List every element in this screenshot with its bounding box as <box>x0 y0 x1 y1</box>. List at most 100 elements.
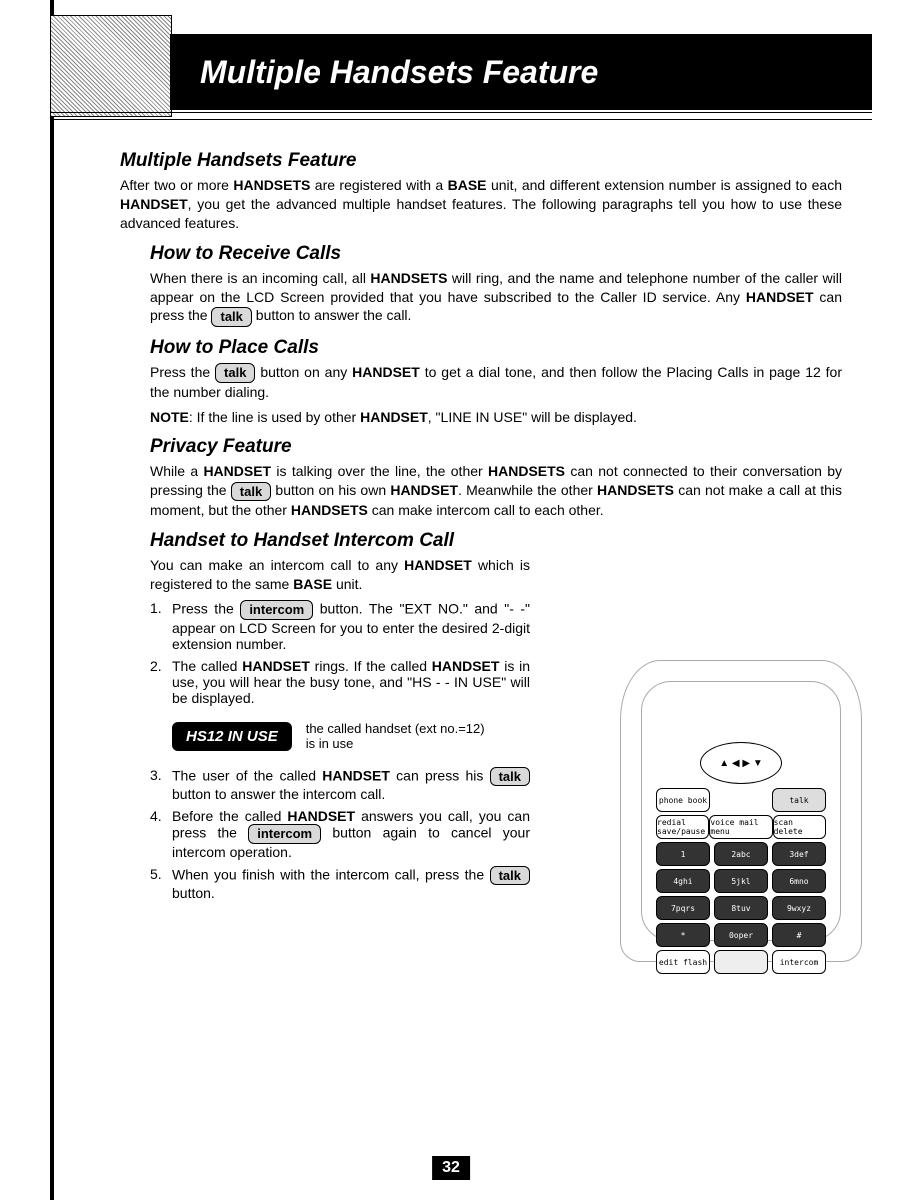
key-1: 1 <box>656 842 710 866</box>
text: While a <box>150 463 203 479</box>
text-bold: HANDSET <box>746 289 814 305</box>
key-4: 4ghi <box>656 869 710 893</box>
text: Before the called <box>172 808 287 824</box>
text-bold: HANDSETS <box>291 502 368 518</box>
talk-button-label: talk <box>490 866 530 886</box>
step-3: 3. The user of the called HANDSET can pr… <box>150 767 530 803</box>
text: Press the <box>172 601 240 617</box>
text: When you finish with the intercom call, … <box>172 866 490 882</box>
header-rule <box>50 112 872 120</box>
key-intercom: intercom <box>772 950 826 974</box>
key-3: 3def <box>772 842 826 866</box>
text: You can make an intercom call to any <box>150 557 404 573</box>
text: button on any <box>260 364 352 380</box>
text: rings. If the called <box>310 658 432 674</box>
intro-paragraph: After two or more HANDSETS are registere… <box>120 176 842 233</box>
dpad-icon: ▲ ◀ ▶ ▼ <box>700 742 782 784</box>
section-heading: Multiple Handsets Feature <box>120 150 842 172</box>
place-paragraph: Press the talk button on any HANDSET to … <box>150 363 842 402</box>
text-bold: HANDSET <box>352 364 420 380</box>
handset-illustration: ▲ ◀ ▶ ▼ phone book talk redial save/paus… <box>620 660 862 962</box>
note-label: NOTE <box>150 409 189 425</box>
step-body: The called HANDSET rings. If the called … <box>172 658 530 706</box>
step-body: Before the called HANDSET answers you ca… <box>172 808 530 860</box>
text: button to answer the intercom call. <box>172 786 385 802</box>
intercom-button-label: intercom <box>240 600 313 620</box>
text: can press his <box>390 767 490 783</box>
place-note: NOTE: If the line is used by other HANDS… <box>150 408 842 427</box>
text: The user of the called <box>172 767 322 783</box>
talk-button-label: talk <box>231 482 271 502</box>
section-heading-receive: How to Receive Calls <box>150 243 842 265</box>
text: is in use <box>306 736 485 752</box>
step-number: 3. <box>150 767 172 803</box>
step-body: Press the intercom button. The "EXT NO."… <box>172 600 530 652</box>
key-0: 0oper <box>714 923 768 947</box>
key-scan: scan delete <box>773 815 826 839</box>
side-rule <box>50 0 54 1200</box>
lcd-display: HS12 IN USE <box>172 722 292 751</box>
step-5: 5. When you finish with the intercom cal… <box>150 866 530 902</box>
intercom-intro: You can make an intercom call to any HAN… <box>150 556 530 594</box>
step-1: 1. Press the intercom button. The "EXT N… <box>150 600 530 652</box>
step-4: 4. Before the called HANDSET answers you… <box>150 808 530 860</box>
handset-keypad: ▲ ◀ ▶ ▼ phone book talk redial save/paus… <box>656 742 826 977</box>
step-2: 2. The called HANDSET rings. If the call… <box>150 658 530 706</box>
text: unit, and different extension number is … <box>487 177 842 193</box>
text-bold: HANDSET <box>203 463 271 479</box>
key-edit-flash: edit flash <box>656 950 710 974</box>
page-number: 32 <box>432 1156 470 1180</box>
key-7: 7pqrs <box>656 896 710 920</box>
text-bold: HANDSET <box>242 658 310 674</box>
key-hash: # <box>772 923 826 947</box>
text-bold: HANDSET <box>390 482 458 498</box>
text: are registered with a <box>310 177 447 193</box>
text-bold: HANDSET <box>322 767 390 783</box>
text: is talking over the line, the other <box>271 463 488 479</box>
key-5: 5jkl <box>714 869 768 893</box>
lcd-caption: the called handset (ext no.=12) is in us… <box>306 721 485 752</box>
intercom-button-label: intercom <box>248 824 321 844</box>
key-6: 6mno <box>772 869 826 893</box>
step-number: 2. <box>150 658 172 706</box>
text-bold: HANDSETS <box>597 482 674 498</box>
key-menu: voice mail menu <box>709 815 772 839</box>
text-bold: HANDSET <box>432 658 500 674</box>
section-heading-intercom: Handset to Handset Intercom Call <box>150 530 842 552</box>
step-body: When you finish with the intercom call, … <box>172 866 530 902</box>
text: the called handset (ext no.=12) <box>306 721 485 737</box>
text-bold: HANDSET <box>120 196 188 212</box>
text: When there is an incoming call, all <box>150 270 370 286</box>
section-heading-privacy: Privacy Feature <box>150 436 842 458</box>
content-area: Multiple Handsets Feature After two or m… <box>120 140 842 907</box>
text: , "LINE IN USE" will be displayed. <box>428 409 637 425</box>
step-body: The user of the called HANDSET can press… <box>172 767 530 803</box>
text-bold: BASE <box>448 177 487 193</box>
text: button to answer the call. <box>256 307 412 323</box>
receive-paragraph: When there is an incoming call, all HAND… <box>150 269 842 327</box>
step-number: 5. <box>150 866 172 902</box>
text-bold: HANDSET <box>404 557 472 573</box>
key-phone-book: phone book <box>656 788 710 812</box>
key-9: 9wxyz <box>772 896 826 920</box>
text-bold: HANDSETS <box>370 270 447 286</box>
text: button. <box>172 885 215 901</box>
text: . Meanwhile the other <box>458 482 597 498</box>
step-number: 4. <box>150 808 172 860</box>
text-bold: HANDSETS <box>233 177 310 193</box>
key-blank <box>714 950 768 974</box>
text-bold: HANDSET <box>287 808 355 824</box>
page-title-band: Multiple Handsets Feature <box>170 40 872 104</box>
text-bold: HANDSETS <box>488 463 565 479</box>
section-heading-place: How to Place Calls <box>150 337 842 359</box>
text: , you get the advanced multiple handset … <box>120 196 842 231</box>
talk-button-label: talk <box>211 307 251 327</box>
page-title: Multiple Handsets Feature <box>200 54 598 91</box>
text: button on his own <box>275 482 390 498</box>
header-decor <box>50 15 172 117</box>
handset-body: ▲ ◀ ▶ ▼ phone book talk redial save/paus… <box>641 681 841 941</box>
text: After two or more <box>120 177 233 193</box>
text-bold: BASE <box>293 576 332 592</box>
text: Press the <box>150 364 215 380</box>
text-bold: HANDSET <box>360 409 428 425</box>
